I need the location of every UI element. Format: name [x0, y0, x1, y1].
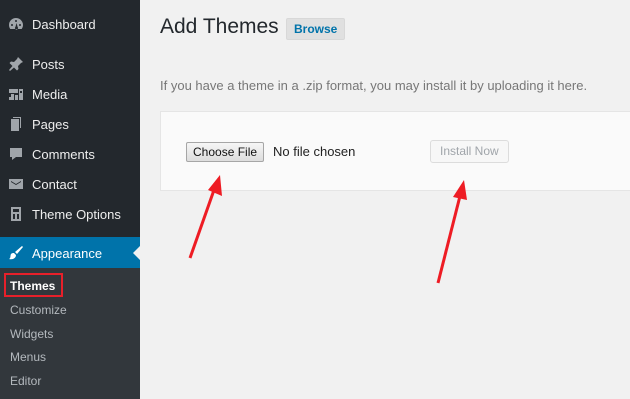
sidebar-item-posts[interactable]: Posts	[0, 49, 140, 79]
sidebar-item-media[interactable]: Media	[0, 79, 140, 109]
submenu-item-widgets[interactable]: Widgets	[10, 327, 53, 341]
admin-sidebar: Dashboard Posts Media Pages Comments Con…	[0, 0, 140, 399]
file-status-text: No file chosen	[273, 144, 356, 159]
install-now-button[interactable]: Install Now	[430, 140, 509, 163]
media-icon	[7, 85, 25, 103]
sidebar-item-comments[interactable]: Comments	[0, 139, 140, 169]
sidebar-item-label: Dashboard	[32, 16, 96, 32]
page-title: Add Themes	[160, 15, 279, 38]
sidebar-item-dashboard[interactable]: Dashboard	[0, 9, 140, 39]
submenu-item-customize[interactable]: Customize	[10, 303, 67, 317]
submenu-item-editor[interactable]: Editor	[10, 374, 41, 388]
pin-icon	[7, 55, 25, 73]
sidebar-item-label: Contact	[32, 176, 77, 192]
sidebar-item-theme-options[interactable]: Theme Options	[0, 199, 140, 229]
submenu-item-menus[interactable]: Menus	[10, 350, 46, 364]
sidebar-item-contact[interactable]: Contact	[0, 169, 140, 199]
active-indicator	[133, 246, 140, 260]
sidebar-item-pages[interactable]: Pages	[0, 109, 140, 139]
sidebar-item-label: Pages	[32, 116, 69, 132]
sidebar-item-label: Comments	[32, 146, 95, 162]
brush-icon	[7, 244, 25, 262]
sidebar-item-label: Posts	[32, 56, 65, 72]
arrow-to-install-now	[436, 180, 467, 284]
pages-icon	[7, 115, 25, 133]
theme-options-icon	[7, 205, 25, 223]
upload-help-text: If you have a theme in a .zip format, yo…	[160, 78, 588, 93]
mail-icon	[7, 175, 25, 193]
sidebar-item-label: Theme Options	[32, 206, 121, 222]
dashboard-icon	[7, 15, 25, 33]
sidebar-item-label: Appearance	[32, 245, 103, 261]
browse-button[interactable]: Browse	[286, 18, 346, 40]
themes-highlight-box	[4, 273, 63, 297]
sidebar-item-appearance[interactable]: Appearance	[0, 237, 140, 269]
sidebar-item-label: Media	[32, 86, 68, 102]
choose-file-button[interactable]: Choose File	[186, 142, 265, 162]
comments-icon	[7, 145, 25, 163]
